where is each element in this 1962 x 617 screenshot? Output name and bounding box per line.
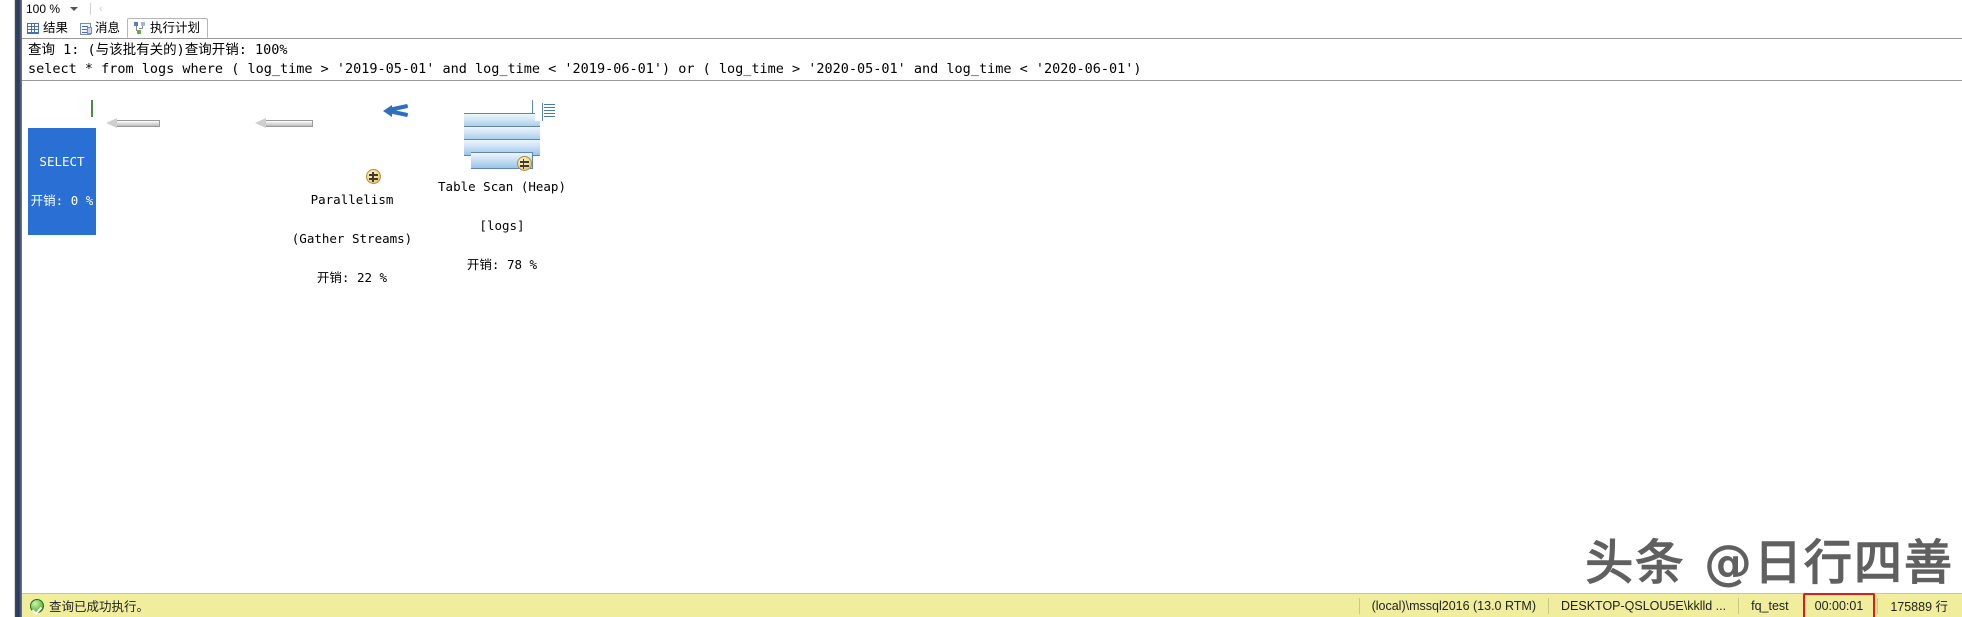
scan-badge-icon bbox=[516, 156, 532, 171]
query-sql-text: select * from logs where ( log_time > '2… bbox=[22, 59, 1962, 81]
zoom-toolbar: 100 % ‹ bbox=[22, 0, 1962, 18]
status-row-count: 175889 行 bbox=[1877, 597, 1962, 614]
status-bar: 查询已成功执行。 (local)\mssql2016 (13.0 RTM) DE… bbox=[22, 592, 1962, 617]
select-result-icon bbox=[91, 100, 94, 117]
chevron-down-icon[interactable] bbox=[70, 7, 79, 11]
status-user: DESKTOP-QSLOU5E\kklld ... bbox=[1548, 597, 1738, 614]
tab-messages[interactable]: 消息 bbox=[75, 19, 127, 38]
status-elapsed-time: 00:00:01 bbox=[1802, 592, 1876, 617]
status-info-group: (local)\mssql2016 (13.0 RTM) DESKTOP-QSL… bbox=[1358, 592, 1962, 617]
table-scan-icon bbox=[464, 100, 555, 171]
result-pane-tabs: 结果 消息 执行计划 bbox=[22, 18, 1962, 38]
execution-plan-pane: 查询 1: (与该批有关的)查询开销: 100% select * from l… bbox=[22, 38, 1962, 587]
plan-node-select-body: SELECT 开销: 0 % bbox=[28, 128, 96, 235]
parallelism-icon bbox=[314, 103, 409, 184]
plan-node-select-cost: 开销: 0 % bbox=[30, 193, 94, 208]
plan-node-table-scan[interactable]: Table Scan (Heap) [logs] 开销: 78 % bbox=[402, 89, 602, 297]
plan-icon bbox=[133, 21, 146, 35]
tab-execution-plan-label: 执行计划 bbox=[150, 20, 201, 35]
plan-diagram: SELECT 开销: 0 % Parallelism (Gather Strea… bbox=[22, 81, 1962, 551]
ssms-execution-plan-window: 100 % ‹ 结果 消息 执行计划 查询 1: (与该批有关的)查询开销: 1… bbox=[0, 0, 1962, 617]
window-left-margin bbox=[0, 0, 15, 617]
status-server: (local)\mssql2016 (13.0 RTM) bbox=[1358, 597, 1548, 614]
status-database: fq_test bbox=[1738, 597, 1801, 614]
plan-node-table-scan-subtitle: [logs] bbox=[479, 218, 525, 233]
success-check-icon bbox=[30, 598, 44, 613]
plan-node-select[interactable]: SELECT 开销: 0 % bbox=[28, 89, 96, 261]
message-icon bbox=[80, 22, 93, 35]
parallel-badge-icon bbox=[366, 169, 382, 184]
tab-results[interactable]: 结果 bbox=[22, 19, 75, 38]
toolbar-overflow-icon[interactable]: ‹ bbox=[99, 3, 103, 15]
grid-icon bbox=[27, 23, 39, 34]
tab-execution-plan[interactable]: 执行计划 bbox=[127, 18, 209, 38]
plan-flow-arrow-1 bbox=[106, 118, 160, 129]
query-cost-header: 查询 1: (与该批有关的)查询开销: 100% bbox=[28, 42, 288, 58]
toolbar-divider bbox=[90, 3, 92, 15]
plan-flow-arrow-2 bbox=[255, 118, 313, 129]
plan-node-table-scan-cost: 开销: 78 % bbox=[466, 257, 538, 272]
zoom-level-value[interactable]: 100 % bbox=[26, 2, 60, 16]
tab-results-label: 结果 bbox=[43, 21, 69, 36]
window-left-gutter bbox=[14, 0, 22, 617]
status-message-group: 查询已成功执行。 bbox=[22, 596, 1359, 615]
plan-node-table-scan-title: Table Scan (Heap) bbox=[438, 179, 566, 194]
plan-node-select-title: SELECT bbox=[39, 154, 85, 169]
tab-messages-label: 消息 bbox=[95, 21, 121, 36]
status-message: 查询已成功执行。 bbox=[49, 600, 150, 614]
